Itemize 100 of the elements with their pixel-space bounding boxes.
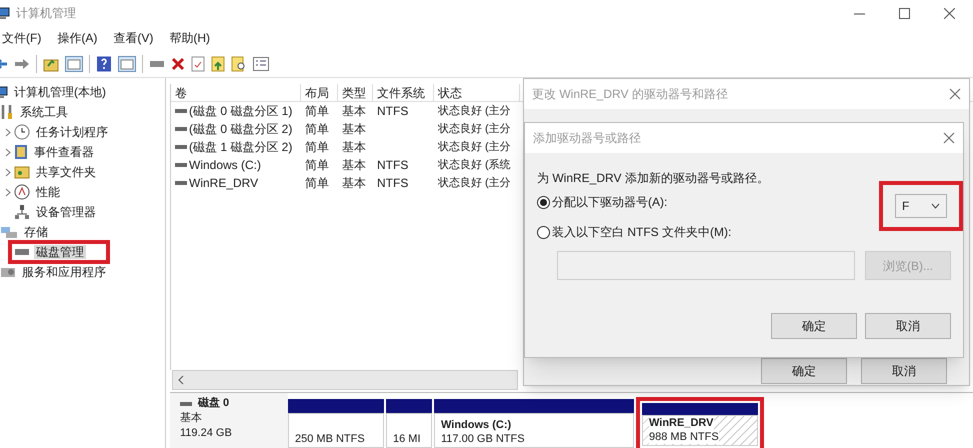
chevron-right-icon[interactable] — [5, 148, 11, 156]
scroll-left-icon[interactable] — [177, 375, 185, 385]
event-log-icon — [14, 144, 28, 160]
help-icon[interactable] — [96, 56, 112, 72]
table-cell-text: 简单 — [305, 139, 329, 156]
shared-folder-icon — [14, 165, 30, 179]
table-cell-text: 状态良好 (主分 — [438, 140, 511, 155]
window-title: 计算机管理 — [16, 5, 76, 22]
table-cell-text: 状态良好 (主分 — [438, 122, 511, 137]
table-cell-text: NTFS — [377, 103, 408, 120]
tree-item[interactable]: 设备管理器 — [34, 205, 98, 219]
drive-icon — [175, 144, 187, 150]
document-search-icon[interactable] — [231, 56, 247, 72]
table-cell-text: (磁盘 0 磁盘分区 2) — [189, 121, 292, 138]
column-header[interactable]: 卷 — [171, 84, 301, 101]
horizontal-scrollbar[interactable] — [172, 370, 518, 390]
chevron-right-icon[interactable] — [5, 128, 11, 136]
table-cell-text: 基本 — [342, 121, 366, 138]
tools-icon — [0, 104, 14, 120]
table-cell-text: 基本 — [342, 157, 366, 174]
checklist-icon[interactable] — [191, 56, 205, 72]
menu-item[interactable]: 查看(V) — [107, 29, 160, 47]
drive-icon — [14, 246, 30, 258]
table-cell-text: NTFS — [377, 157, 408, 174]
chevron-right-icon[interactable] — [5, 188, 11, 196]
dialog-title: 添加驱动器号或路径 — [533, 130, 641, 147]
radio-option[interactable]: 装入以下空白 NTFS 文件夹中(M): — [537, 223, 732, 241]
drive-icon — [175, 126, 187, 132]
table-cell-text: (磁盘 1 磁盘分区 2) — [189, 139, 292, 156]
table-cell-text: Windows (C:) — [189, 157, 262, 174]
list-icon[interactable] — [253, 56, 269, 70]
table-cell-text: 状态良好 (主分 — [438, 176, 511, 191]
chevron-down-icon — [931, 203, 940, 209]
dialog-title: 更改 WinRE_DRV 的驱动器号和路径 — [532, 86, 728, 103]
disk-size: 119.24 GB — [180, 426, 233, 441]
table-cell-text: 基本 — [342, 139, 366, 156]
partition-name: Windows (C:) — [441, 418, 512, 432]
table-cell-text: 基本 — [342, 103, 366, 120]
table-cell-text: 状态良好 (主分 — [438, 104, 511, 119]
radio-option[interactable]: 分配以下驱动器号(A): — [537, 193, 668, 211]
menu-item[interactable]: 帮助(H) — [163, 29, 216, 47]
forward-arrow-icon[interactable] — [14, 56, 30, 70]
table-cell-text: (磁盘 0 磁盘分区 1) — [189, 103, 292, 120]
console-tree-icon[interactable] — [65, 56, 83, 72]
services-icon — [0, 265, 16, 279]
gauge-icon — [14, 184, 30, 200]
partition-box[interactable]: 16 MI — [386, 413, 432, 448]
tree-item[interactable]: 计算机管理(本地) — [12, 85, 108, 99]
dialog-button[interactable]: 确定 — [761, 358, 847, 384]
partition-box[interactable]: WinRE_DRV 988 MB NTFS — [642, 415, 758, 446]
close-icon[interactable] — [944, 8, 955, 18]
device-manager-icon — [14, 204, 30, 220]
folder-path-field[interactable] — [557, 251, 855, 280]
table-cell-text: 基本 — [342, 175, 366, 192]
delete-icon[interactable] — [171, 56, 185, 70]
drive-icon — [175, 162, 187, 168]
tree-item[interactable]: 系统工具 — [18, 105, 70, 119]
tree-item[interactable]: 性能 — [34, 185, 62, 199]
partition-box[interactable]: 250 MB NTFS — [288, 413, 384, 448]
column-header[interactable]: 状态 — [434, 84, 520, 101]
close-icon[interactable] — [943, 132, 955, 144]
storage-icon — [0, 225, 18, 239]
table-cell-text: 简单 — [305, 121, 329, 138]
close-icon[interactable] — [949, 88, 961, 100]
dialog-prompt: 为 WinRE_DRV 添加新的驱动器号或路径。 — [537, 170, 770, 187]
tree-item[interactable]: 磁盘管理 — [34, 245, 86, 259]
table-cell-text: NTFS — [377, 175, 408, 192]
partition-size: 988 MB NTFS — [649, 430, 719, 444]
column-header[interactable]: 布局 — [301, 84, 338, 101]
menu-item[interactable]: 文件(F) — [0, 29, 48, 47]
table-cell-text: 简单 — [305, 175, 329, 192]
computer-icon — [0, 6, 10, 20]
tree-item[interactable]: 共享文件夹 — [34, 165, 98, 179]
dialog-button[interactable]: 取消 — [865, 313, 951, 339]
drive-letter-dropdown[interactable]: F — [895, 194, 947, 218]
panel-icon[interactable] — [118, 56, 136, 72]
document-up-icon[interactable] — [211, 56, 225, 72]
tree-item[interactable]: 服务和应用程序 — [20, 265, 108, 279]
chevron-right-icon[interactable] — [5, 168, 11, 176]
drive-icon — [175, 180, 187, 186]
table-cell-text: WinRE_DRV — [189, 175, 258, 192]
column-header[interactable]: 类型 — [338, 84, 373, 101]
tree-item[interactable]: 任务计划程序 — [34, 125, 110, 139]
menu-item[interactable]: 操作(A) — [51, 29, 104, 47]
clock-icon — [14, 124, 30, 140]
tree-item[interactable]: 事件查看器 — [32, 145, 96, 159]
table-cell-text: 状态良好 (系统 — [438, 158, 511, 173]
dialog-button[interactable]: 确定 — [771, 313, 857, 339]
column-header[interactable]: 文件系统 — [373, 84, 434, 101]
maximize-icon[interactable] — [899, 8, 910, 18]
partition-name: WinRE_DRV — [649, 416, 714, 430]
partition-box[interactable]: Windows (C:) 117.00 GB NTFS — [434, 413, 634, 448]
dialog-button[interactable]: 取消 — [861, 358, 947, 384]
tree-item[interactable]: 存储 — [22, 225, 50, 239]
table-cell-text: 简单 — [305, 103, 329, 120]
disk-type: 基本 — [180, 411, 203, 426]
table-cell-text: 简单 — [305, 157, 329, 174]
disk-name: 磁盘 0 — [198, 396, 230, 411]
drive-icon — [175, 108, 187, 114]
partition-bar — [386, 399, 432, 413]
